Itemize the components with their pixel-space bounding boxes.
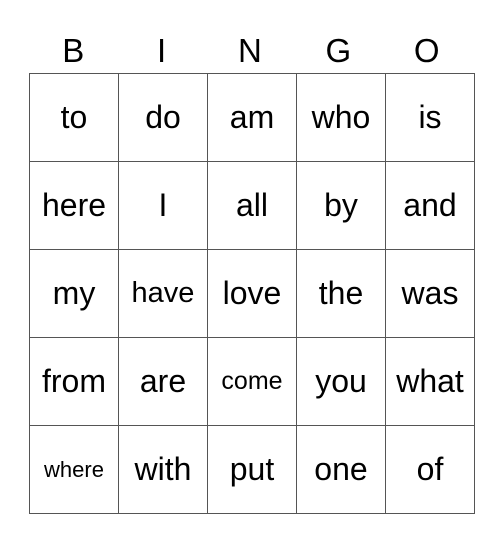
header-letter-g: G [325, 32, 352, 69]
bingo-cell[interactable]: was [385, 249, 475, 338]
bingo-cell[interactable]: have [118, 249, 208, 338]
grid-row: where with put one of [29, 425, 475, 514]
header-letter-n: N [238, 32, 262, 69]
grid-row: here I all by and [29, 161, 475, 250]
bingo-cell[interactable]: who [296, 73, 386, 162]
grid-row: my have love the was [29, 249, 475, 338]
bingo-cell[interactable]: love [207, 249, 297, 338]
bingo-cell[interactable]: is [385, 73, 475, 162]
bingo-cell[interactable]: here [29, 161, 119, 250]
grid-row: to do am who is [29, 73, 475, 162]
bingo-cell[interactable]: and [385, 161, 475, 250]
bingo-cell[interactable]: all [207, 161, 297, 250]
bingo-cell[interactable]: what [385, 337, 475, 426]
bingo-cell[interactable]: of [385, 425, 475, 514]
bingo-cell[interactable]: I [118, 161, 208, 250]
bingo-cell[interactable]: from [29, 337, 119, 426]
bingo-cell[interactable]: put [207, 425, 297, 514]
bingo-cell[interactable]: my [29, 249, 119, 338]
bingo-cell[interactable]: do [118, 73, 208, 162]
bingo-header: B I N G O [29, 28, 471, 73]
bingo-cell[interactable]: am [207, 73, 297, 162]
bingo-cell[interactable]: the [296, 249, 386, 338]
bingo-cell[interactable]: are [118, 337, 208, 426]
header-letter-i: I [157, 32, 167, 69]
header-letter-b: B [62, 32, 85, 69]
bingo-cell[interactable]: you [296, 337, 386, 426]
bingo-cell[interactable]: to [29, 73, 119, 162]
bingo-cell[interactable]: with [118, 425, 208, 514]
bingo-cell[interactable]: where [29, 425, 119, 514]
bingo-cell[interactable]: come [207, 337, 297, 426]
bingo-cell[interactable]: one [296, 425, 386, 514]
bingo-grid: to do am who is here I all by and my hav… [29, 73, 475, 514]
grid-row: from are come you what [29, 337, 475, 426]
bingo-cell[interactable]: by [296, 161, 386, 250]
header-letter-o: O [413, 32, 440, 69]
